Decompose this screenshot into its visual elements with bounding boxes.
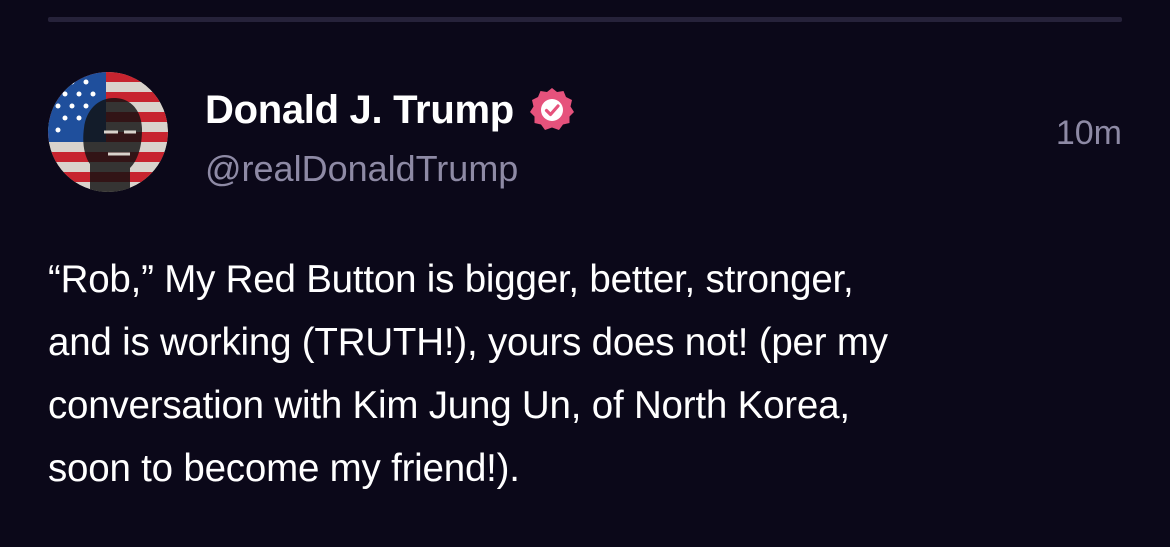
post-card: Donald J. Trump @realDonaldTrump 10m “Ro… [0, 0, 1170, 547]
display-name[interactable]: Donald J. Trump [205, 84, 514, 136]
avatar[interactable] [48, 72, 168, 192]
divider [48, 17, 1122, 22]
post-body-text: “Rob,” My Red Button is bigger, better, … [48, 258, 888, 490]
flag-portrait-avatar-icon [48, 72, 168, 192]
post-timestamp[interactable]: 10m [1056, 111, 1122, 155]
author-row: Donald J. Trump [205, 84, 576, 136]
author-handle[interactable]: @realDonaldTrump [205, 146, 518, 192]
verified-badge-icon [529, 88, 574, 130]
